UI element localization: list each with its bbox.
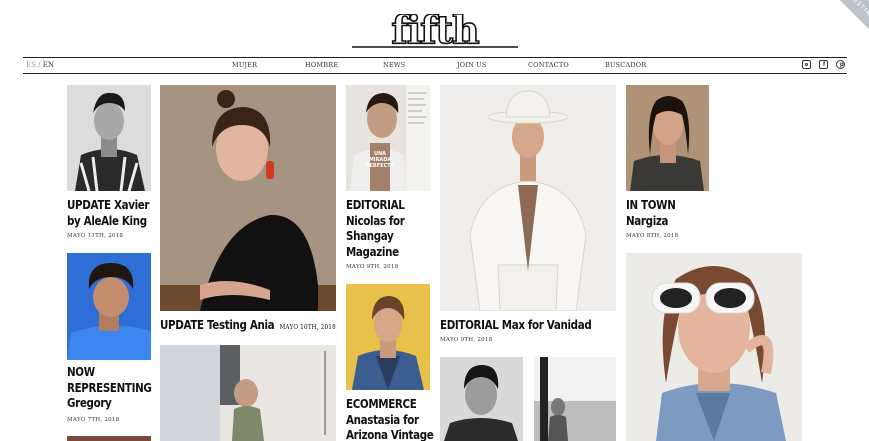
post-date-gregory: MAYO 7TH, 2018 xyxy=(67,417,120,423)
post-title-ania[interactable]: UPDATE Testing Ania MAYO 10TH, 2018 xyxy=(160,318,366,336)
nav-item-hombre[interactable]: HOMBRE xyxy=(305,61,338,69)
nav-item-contacto[interactable]: CONTACTO xyxy=(528,61,569,69)
svg-text:PERFECTA: PERFECTA xyxy=(366,163,394,169)
nav-item-join-us[interactable]: JOIN US xyxy=(457,61,487,69)
site-logo[interactable]: fifth xyxy=(348,14,522,50)
post-date-nargiza: MAYO 8TH, 2018 xyxy=(626,233,679,239)
lang-separator: / xyxy=(38,61,41,69)
post-image-nicolas[interactable]: UNA MIRADA PERFECTA xyxy=(346,85,430,191)
post-image-gregory[interactable] xyxy=(67,253,151,360)
post-title-gregory[interactable]: NOW REPRESENTING Gregory xyxy=(67,365,162,412)
post-image-editorial-magazine[interactable] xyxy=(160,345,336,441)
post-image-next-col1[interactable] xyxy=(67,436,151,441)
post-date-ania: MAYO 10TH, 2018 xyxy=(279,323,336,331)
pinterest-icon[interactable]: p xyxy=(836,60,845,69)
post-image-sunglasses[interactable] xyxy=(626,253,802,441)
post-title-nicolas[interactable]: EDITORIAL Nicolas for Shangay Magazine xyxy=(346,198,441,260)
post-title-anastasia[interactable]: ECOMMERCE Anastasia for Arizona Vintage xyxy=(346,397,441,441)
fifth-logo-mark: fifth xyxy=(352,14,518,50)
post-date-nicolas: MAYO 9TH, 2018 xyxy=(346,264,399,270)
svg-text:fifth: fifth xyxy=(391,14,479,50)
post-image-xavier[interactable] xyxy=(67,85,151,191)
testing-ribbon: TESTING xyxy=(834,0,869,36)
post-image-max[interactable] xyxy=(440,85,616,311)
nav-item-mujer[interactable]: MUJER xyxy=(232,61,257,69)
post-image-bw-outdoor[interactable] xyxy=(534,357,616,441)
post-image-ania[interactable] xyxy=(160,85,336,311)
instagram-icon[interactable] xyxy=(802,60,811,69)
post-image-anastasia[interactable] xyxy=(346,284,430,390)
post-title-xavier[interactable]: UPDATE Xavier by AleAle King xyxy=(67,198,162,229)
nav-item-news[interactable]: NEWS xyxy=(383,61,405,69)
post-date-max: MAYO 9TH, 2018 xyxy=(440,337,493,343)
nav-item-buscador[interactable]: BUSCADOR xyxy=(605,61,646,69)
post-title-nargiza[interactable]: IN TOWN Nargiza xyxy=(626,198,721,229)
post-title-max[interactable]: EDITORIAL Max for Vanidad xyxy=(440,318,646,334)
lang-es[interactable]: ES xyxy=(26,61,36,69)
language-switcher: ES / EN xyxy=(26,61,54,69)
facebook-icon[interactable]: f xyxy=(819,60,828,69)
post-image-bw-portrait[interactable] xyxy=(440,357,523,441)
post-date-xavier: MAYO 11TH, 2018 xyxy=(67,233,124,239)
main-nav: ES / EN MUJER HOMBRE NEWS JOIN US CONTAC… xyxy=(23,57,847,74)
lang-en[interactable]: EN xyxy=(43,61,54,69)
post-image-nargiza[interactable] xyxy=(626,85,709,191)
